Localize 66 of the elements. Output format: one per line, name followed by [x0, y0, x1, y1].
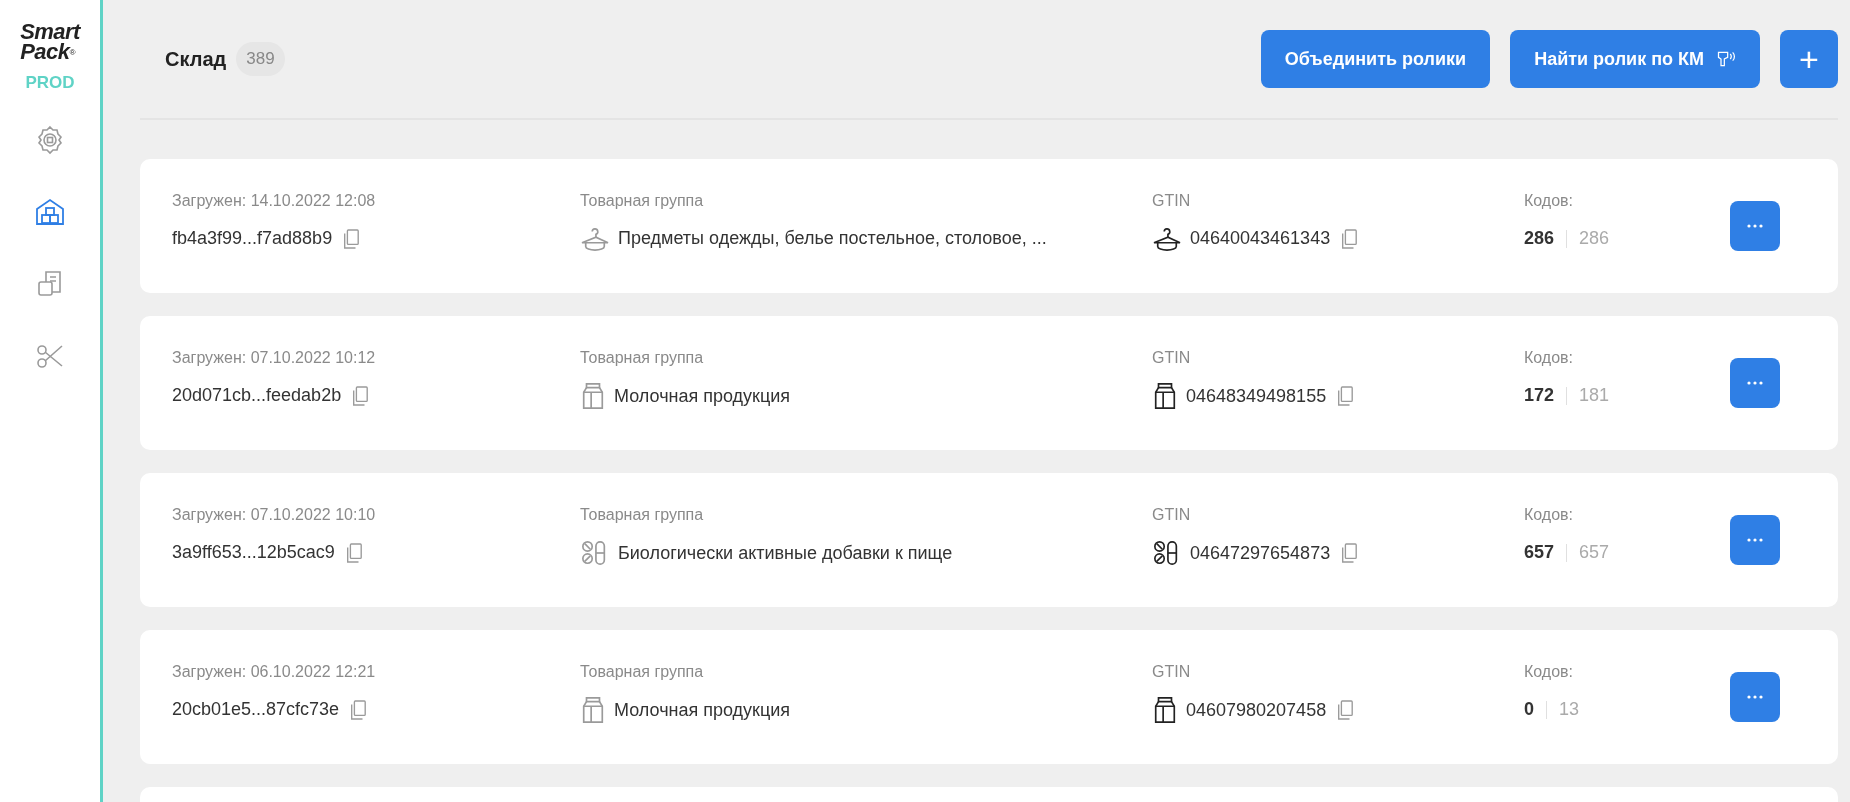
field-label: GTIN	[1152, 348, 1192, 368]
field-label: Кодов:	[1524, 191, 1575, 211]
copy-icon[interactable]	[1336, 699, 1355, 721]
more-button[interactable]	[1730, 358, 1780, 408]
codes-count: 286	[1524, 227, 1555, 250]
field-label: Кодов:	[1524, 505, 1575, 525]
field-label: Товарная группа	[580, 662, 705, 682]
copy-icon[interactable]	[351, 384, 370, 407]
environment-label: PROD	[25, 71, 75, 94]
logo-text: Smart Pack$^{®}$	[20, 22, 80, 62]
product-group: Предметы одежды, белье постельное, столовое, ...	[618, 225, 1047, 252]
copy-icon[interactable]	[1340, 227, 1359, 250]
count-badge: 389	[236, 42, 285, 76]
copy-icon[interactable]	[342, 227, 361, 250]
roll-hash: 3a9ff653...12b5cac9	[172, 541, 335, 564]
field-label: GTIN	[1152, 191, 1192, 211]
product-group: Молочная продукция	[614, 382, 791, 410]
field-label: Товарная группа	[580, 191, 705, 211]
gtin-value: 04640043461343	[1190, 227, 1331, 250]
copy-icon[interactable]	[349, 698, 368, 721]
codes-count: 0	[1524, 698, 1534, 721]
hanger-icon	[1152, 225, 1182, 252]
milk-carton-icon	[580, 696, 606, 724]
more-button[interactable]	[1730, 201, 1780, 251]
codes-total: 286	[1579, 227, 1610, 250]
milk-carton-icon	[1152, 382, 1178, 410]
merge-rolls-button[interactable]: Объединить ролики	[1260, 30, 1491, 88]
field-label: GTIN	[1152, 662, 1192, 682]
field-label: GTIN	[1152, 505, 1192, 525]
milk-carton-icon	[1152, 696, 1178, 724]
copy-icon[interactable]	[1340, 542, 1359, 564]
roll-hash: fb4a3f99...f7ad88b9	[172, 227, 333, 250]
roll-hash: 20d071cb...feedab2b	[172, 384, 342, 407]
field-label: Кодов:	[1524, 662, 1575, 682]
scanner-icon	[1716, 49, 1736, 69]
codes-total: 181	[1579, 384, 1610, 407]
dots-icon	[1747, 224, 1763, 228]
upload-date: Загружен: 06.10.2022 12:21	[172, 662, 377, 682]
hanger-icon	[580, 225, 610, 252]
field-label: Кодов:	[1524, 348, 1575, 368]
copy-icon[interactable]	[344, 541, 363, 564]
gtin-value: 04607980207458	[1186, 698, 1327, 722]
copy-icon[interactable]	[1336, 385, 1355, 407]
roll-hash: 20cb01e5...87cfc73e	[172, 698, 340, 721]
upload-date: Загружен: 14.10.2022 12:08	[172, 191, 377, 211]
field-label: Товарная группа	[580, 505, 705, 525]
find-roll-button[interactable]: Найти ролик по КМ	[1510, 30, 1760, 88]
product-group: Молочная продукция	[614, 696, 791, 724]
milk-carton-icon	[580, 382, 606, 410]
more-button[interactable]	[1730, 672, 1780, 722]
product-group: Биологически активные добавки к пище	[618, 539, 953, 567]
dots-icon	[1747, 381, 1763, 385]
field-label: Товарная группа	[580, 348, 705, 368]
upload-date: Загружен: 07.10.2022 10:10	[172, 505, 377, 525]
codes-count: 657	[1524, 541, 1555, 564]
dots-icon	[1747, 695, 1763, 699]
add-button[interactable]: +	[1780, 30, 1838, 88]
page-title: Склад	[165, 47, 227, 72]
more-button[interactable]	[1730, 515, 1780, 565]
gtin-value: 04647297654873	[1190, 541, 1331, 565]
upload-date: Загружен: 07.10.2022 10:12	[172, 348, 377, 368]
codes-count: 172	[1524, 384, 1555, 407]
codes-total: 13	[1559, 698, 1580, 721]
dots-icon	[1747, 538, 1763, 542]
codes-total: 657	[1579, 541, 1610, 564]
gtin-value: 04648349498155	[1186, 384, 1327, 408]
